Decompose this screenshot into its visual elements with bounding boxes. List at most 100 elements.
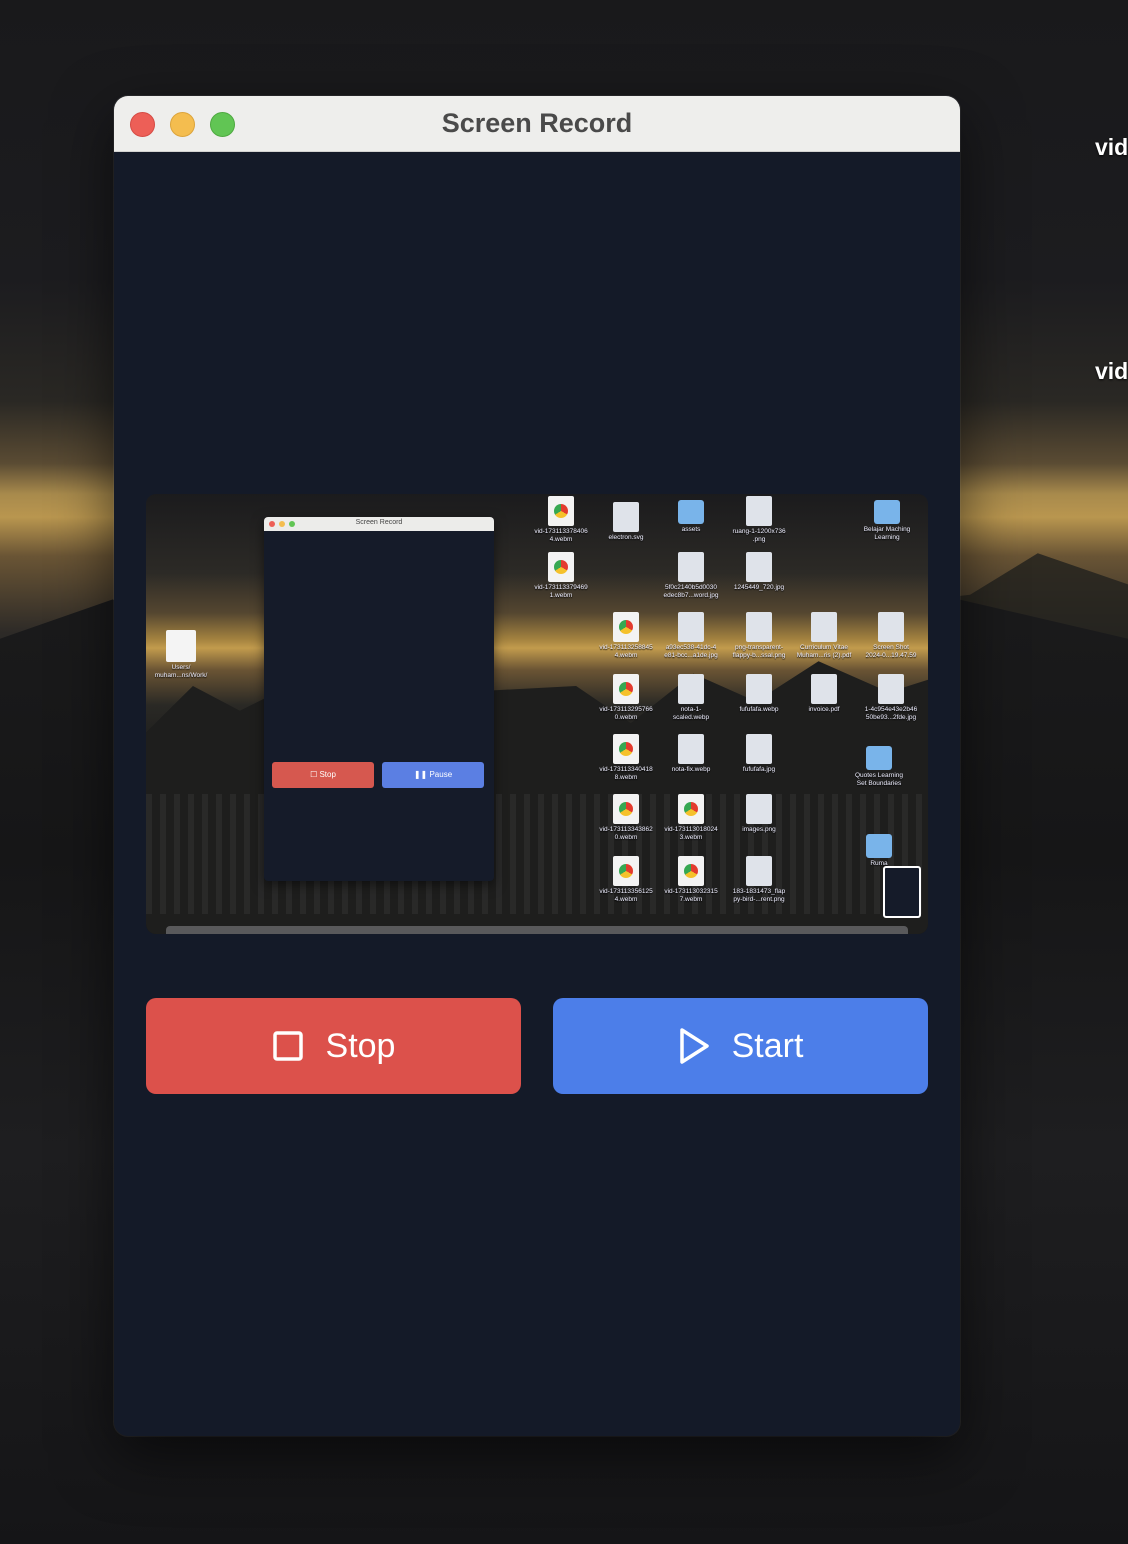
image-file-icon xyxy=(878,612,904,642)
preview-desktop-icon: vid-173113356125 4.webm xyxy=(593,856,659,904)
preview-desktop-icon-label: 183-1831473_flap py-bird-...rent.png xyxy=(732,888,786,903)
chrome-file-icon xyxy=(613,734,639,764)
preview-desktop-icon-label: vid-173113343862 0.webm xyxy=(599,826,653,841)
preview-desktop-icon: vid-173113018024 3.webm xyxy=(658,794,724,842)
preview-desktop-icon: Quotes Learning Set Boundaries xyxy=(846,742,912,788)
preview-desktop-icon: 1245449_720.jpg xyxy=(726,552,792,592)
chrome-file-icon xyxy=(613,612,639,642)
image-file-icon xyxy=(811,612,837,642)
preview-desktop-icon-label: vid-173113340418 8.webm xyxy=(599,766,653,781)
play-icon xyxy=(678,1027,710,1065)
preview-desktop-icon-label: invoice.pdf xyxy=(808,706,840,713)
preview-desktop-icon: vid-173113032315 7.webm xyxy=(658,856,724,904)
preview-desktop-icon: png-transparent- flappy-b...ssal.png xyxy=(726,612,792,660)
preview-desktop-icon-label: 1245449_720.jpg xyxy=(733,584,785,591)
preview-desktop-icon: vid-173113378406 4.webm xyxy=(528,496,594,544)
square-stop-icon xyxy=(272,1030,304,1062)
preview-desktop-icon-label: ruang-1-1200x736 .png xyxy=(732,528,786,543)
preview-desktop-icon-label: vid-173113018024 3.webm xyxy=(664,826,718,841)
preview-desktop-icon-label: Screen Shot 2024-0...19.47.59 xyxy=(865,644,917,659)
preview-desktop-icon: fufufafa.jpg xyxy=(726,734,792,774)
folder-icon xyxy=(866,834,892,858)
preview-desktop-icon-label: images.png xyxy=(742,826,776,833)
image-file-icon xyxy=(678,734,704,764)
chrome-file-icon xyxy=(613,674,639,704)
preview-desktop-icon: vid-173113343862 0.webm xyxy=(593,794,659,842)
chrome-file-icon xyxy=(678,856,704,886)
preview-mini-title: Screen Record xyxy=(355,519,403,526)
preview-desktop-file: Users/ muham...ns/Work/ xyxy=(148,630,214,680)
preview-desktop-icon-label: vid-173113356125 4.webm xyxy=(599,888,653,903)
stop-button-label: Stop xyxy=(325,1026,396,1065)
preview-desktop-icon: vid-173113379469 1.webm xyxy=(528,552,594,600)
image-file-icon xyxy=(746,612,772,642)
preview-desktop-icon: 5f0c2140b5d0030 edec8b7...word.jpg xyxy=(658,552,724,600)
preview-stop-button: ☐ Stop xyxy=(272,762,374,788)
preview-file-label: Users/ muham...ns/Work/ xyxy=(154,664,208,679)
image-file-icon xyxy=(678,674,704,704)
image-file-icon xyxy=(678,552,704,582)
document-thumbnail-icon xyxy=(166,630,196,662)
preview-desktop-icon-label: vid-173113258845 4.webm xyxy=(599,644,653,659)
preview-desktop-icon: Ruma xyxy=(846,830,912,868)
preview-dock xyxy=(166,926,908,934)
preview-desktop-icon-label: nota-1- scaled.webp xyxy=(672,706,710,721)
preview-desktop-icon-label: electron.svg xyxy=(608,534,644,541)
preview-desktop-icon-label: a93ec538-41dc-4 e81-bcc...a1de.jpg xyxy=(664,644,718,659)
preview-desktop-icon-label: fufufafa.webp xyxy=(739,706,779,713)
desktop-file-label[interactable]: vid xyxy=(1095,134,1128,161)
preview-desktop-icon-label: Curriculum Vitae Muham...ris (2).pdf xyxy=(796,644,852,659)
preview-pause-label: Pause xyxy=(429,770,453,779)
preview-desktop-icon: ruang-1-1200x736 .png xyxy=(726,496,792,544)
preview-desktop-icon: a93ec538-41dc-4 e81-bcc...a1de.jpg xyxy=(658,612,724,660)
preview-desktop-icon-label: vid-173113378406 4.webm xyxy=(534,528,588,543)
preview-desktop-icon-label: Belajar Maching Learning xyxy=(863,526,911,541)
image-file-icon xyxy=(746,674,772,704)
preview-desktop-icon-label: vid-173113032315 7.webm xyxy=(664,888,718,903)
preview-desktop-icon-label: fufufafa.jpg xyxy=(742,766,776,773)
preview-desktop-icon-label: Quotes Learning Set Boundaries xyxy=(854,772,904,787)
preview-desktop-icon: assets xyxy=(658,496,724,534)
preview-desktop-icon-label: vid-173113295766 0.webm xyxy=(599,706,653,721)
start-button[interactable]: Start xyxy=(553,998,928,1094)
window-title: Screen Record xyxy=(441,108,633,138)
stop-button[interactable]: Stop xyxy=(146,998,521,1094)
preview-desktop-icon-label: 5f0c2140b5d0030 edec8b7...word.jpg xyxy=(663,584,719,599)
preview-desktop-icon-label: 1-4c954e43e2b46 50be93...2fde.jpg xyxy=(864,706,918,721)
chrome-file-icon xyxy=(613,856,639,886)
desktop-file-label[interactable]: vid xyxy=(1095,358,1128,385)
preview-desktop-icon: electron.svg xyxy=(593,502,659,542)
chrome-file-icon xyxy=(613,794,639,824)
image-file-icon xyxy=(746,552,772,582)
preview-mini-window: Screen Record ☐ Stop ❚❚ Pause xyxy=(264,517,494,881)
image-file-icon xyxy=(746,794,772,824)
preview-desktop-icon: fufufafa.webp xyxy=(726,674,792,714)
image-file-icon xyxy=(746,734,772,764)
image-file-icon xyxy=(613,502,639,532)
image-file-icon xyxy=(678,612,704,642)
preview-desktop-icon-label: nota-fix.webp xyxy=(671,766,711,773)
chrome-file-icon xyxy=(678,794,704,824)
preview-stop-label: Stop xyxy=(319,770,336,779)
preview-desktop-icon: Screen Shot 2024-0...19.47.59 xyxy=(858,612,924,660)
preview-desktop-icon: nota-fix.webp xyxy=(658,734,724,774)
preview-desktop-icon: vid-173113258845 4.webm xyxy=(593,612,659,660)
preview-recording-thumbnail xyxy=(883,866,921,918)
preview-desktop-icon: Curriculum Vitae Muham...ris (2).pdf xyxy=(791,612,857,660)
chrome-file-icon xyxy=(548,552,574,582)
title-bar[interactable]: Screen Record xyxy=(114,96,960,152)
folder-icon xyxy=(678,500,704,524)
preview-desktop-icon: vid-173113295766 0.webm xyxy=(593,674,659,722)
start-button-label: Start xyxy=(731,1026,804,1065)
image-file-icon xyxy=(746,856,772,886)
chrome-file-icon xyxy=(548,496,574,526)
screen-preview: Users/ muham...ns/Work/ Screen Record ☐ … xyxy=(146,494,928,934)
preview-desktop-icon: nota-1- scaled.webp xyxy=(658,674,724,722)
preview-mini-titlebar: Screen Record xyxy=(264,517,494,531)
preview-desktop-icon: Belajar Maching Learning xyxy=(854,496,920,542)
preview-desktop-icon: vid-173113340418 8.webm xyxy=(593,734,659,782)
preview-desktop-icon-label: assets xyxy=(681,526,701,533)
preview-desktop-icon-label: png-transparent- flappy-b...ssal.png xyxy=(732,644,786,659)
folder-icon xyxy=(866,746,892,770)
preview-desktop-icon: 1-4c954e43e2b46 50be93...2fde.jpg xyxy=(858,674,924,722)
